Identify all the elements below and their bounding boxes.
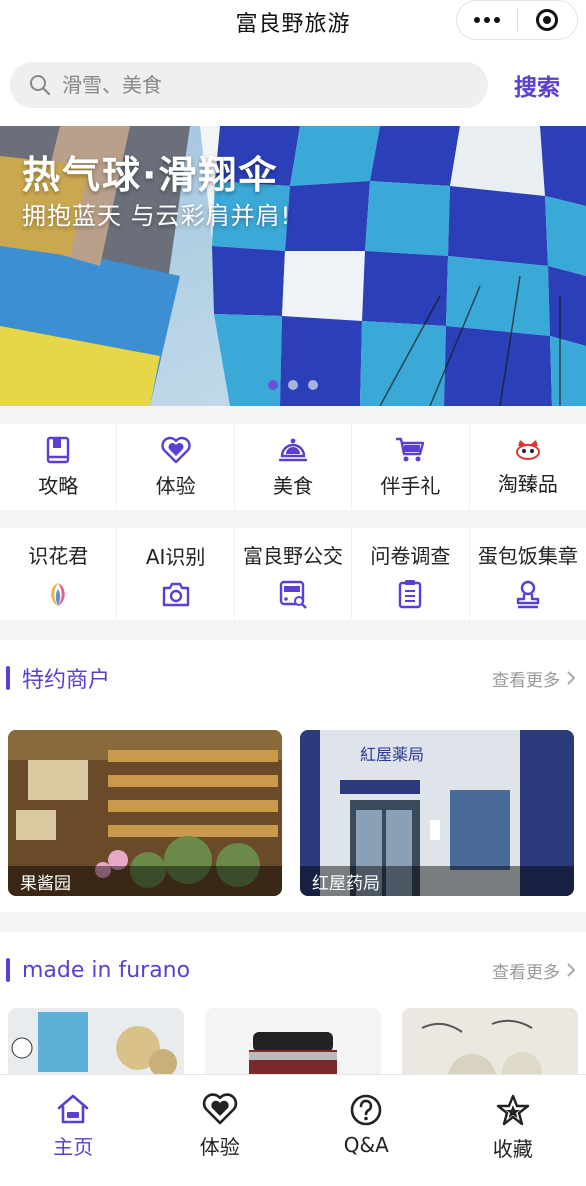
- tool-label: 蛋包饭集章: [477, 543, 578, 568]
- merchant-name: 红屋药局: [300, 866, 574, 896]
- tab-experience[interactable]: 体验: [147, 1075, 294, 1186]
- tool-item-bus[interactable]: 富良野公交: [235, 528, 353, 620]
- section-title-text: made in furano: [22, 957, 191, 983]
- merchant-card[interactable]: 果酱园: [8, 730, 282, 896]
- tool-item-survey[interactable]: 问卷调查: [352, 528, 470, 620]
- clipboard-icon: [399, 579, 422, 608]
- cart-icon: [396, 437, 425, 461]
- nav-item-food[interactable]: 美食: [235, 424, 353, 510]
- more-menu-button[interactable]: [457, 1, 517, 39]
- camera-icon: [162, 582, 189, 606]
- tool-item-stamp[interactable]: 蛋包饭集章: [470, 528, 586, 620]
- chevron-right-icon: [567, 671, 576, 685]
- nav-item-experience[interactable]: 体验: [117, 424, 235, 510]
- nav-item-guide[interactable]: 攻略: [0, 424, 118, 510]
- tab-qa[interactable]: Q&A: [293, 1075, 440, 1186]
- view-more-link[interactable]: 查看更多: [492, 958, 576, 983]
- tool-label: 识花君: [28, 543, 89, 568]
- section-header: 特约商户 查看更多: [0, 640, 586, 716]
- nav-label: 淘臻品: [497, 471, 558, 496]
- stamp-icon: [516, 580, 540, 608]
- home-icon: [57, 1094, 89, 1124]
- cat-face-icon: [515, 439, 540, 460]
- tab-label: 主页: [53, 1135, 94, 1159]
- featured-section: 特约商户 查看更多 果酱园 紅屋薬局 红屋药局: [0, 640, 586, 912]
- section-title: made in furano: [6, 958, 190, 983]
- banner-headline: 热气球·滑翔伞: [22, 153, 279, 197]
- banner-subline: 拥抱蓝天 与云彩肩并肩!: [22, 202, 292, 230]
- search-bar: 搜索: [0, 44, 586, 126]
- search-box[interactable]: [10, 62, 488, 108]
- heart-icon: [202, 1093, 237, 1125]
- nav-label: 攻略: [38, 473, 79, 498]
- cloche-icon: [278, 438, 308, 461]
- pager-dot[interactable]: [268, 380, 278, 390]
- nav-label: 伴手礼: [380, 473, 441, 498]
- star-icon: [496, 1094, 529, 1126]
- tool-label: AI识别: [145, 544, 206, 569]
- tab-label: 体验: [199, 1135, 240, 1159]
- tab-favorites[interactable]: 收藏: [440, 1075, 586, 1186]
- search-input[interactable]: [62, 73, 442, 97]
- target-icon: [536, 9, 559, 31]
- quick-nav: 攻略 体验 美食 伴手礼 淘臻品: [0, 424, 586, 510]
- view-more-label: 查看更多: [492, 962, 560, 983]
- close-program-button[interactable]: [518, 1, 578, 39]
- search-icon: [30, 75, 51, 96]
- hero-banner[interactable]: 热气球·滑翔伞 拥抱蓝天 与云彩肩并肩!: [0, 126, 586, 406]
- search-button[interactable]: 搜索: [514, 68, 560, 102]
- section-title: 特约商户: [6, 662, 110, 694]
- merchant-list: 果酱园 紅屋薬局 红屋药局: [0, 716, 586, 912]
- nav-label: 体验: [155, 473, 196, 498]
- svg-text:紅屋薬局: 紅屋薬局: [360, 745, 424, 764]
- mini-program-capsule: [456, 0, 578, 40]
- pager-dot[interactable]: [308, 380, 318, 390]
- view-more-label: 查看更多: [492, 670, 560, 691]
- pager-dot[interactable]: [288, 380, 298, 390]
- more-dots-icon: [473, 17, 500, 23]
- merchant-card[interactable]: 紅屋薬局 红屋药局: [300, 730, 574, 896]
- tool-item-flower-id[interactable]: 识花君: [0, 528, 118, 620]
- title-bar: 富良野旅游: [0, 0, 586, 44]
- question-icon: [350, 1094, 382, 1126]
- heart-icon: [160, 436, 191, 463]
- section-title-text: 特约商户: [22, 668, 111, 693]
- tab-home[interactable]: 主页: [0, 1075, 147, 1186]
- banner-pager: [0, 380, 586, 390]
- petal-logo-icon: [51, 582, 65, 606]
- tool-item-ai-recognize[interactable]: AI识别: [117, 528, 235, 620]
- bus-search-icon: [279, 580, 307, 609]
- merchant-name: 果酱园: [8, 866, 282, 896]
- tab-label: 收藏: [492, 1137, 533, 1161]
- tool-label: 富良野公交: [243, 543, 344, 568]
- section-header: made in furano 查看更多: [0, 932, 586, 1008]
- nav-label: 美食: [273, 473, 314, 498]
- view-more-link[interactable]: 查看更多: [492, 666, 576, 691]
- tool-label: 问卷调查: [370, 543, 451, 568]
- tools-grid: 识花君 AI识别 富良野公交 问卷调查 蛋包饭集章: [0, 528, 586, 620]
- app-title: 富良野旅游: [235, 12, 351, 37]
- chevron-right-icon: [567, 963, 576, 977]
- nav-item-souvenir[interactable]: 伴手礼: [352, 424, 470, 510]
- tab-label: Q&A: [343, 1133, 389, 1157]
- made-in-section: made in furano 查看更多: [0, 932, 586, 1088]
- bottom-tab-bar: 主页 体验 Q&A 收藏: [0, 1074, 586, 1186]
- nav-item-boutique[interactable]: 淘臻品: [470, 424, 586, 510]
- book-icon: [47, 436, 70, 463]
